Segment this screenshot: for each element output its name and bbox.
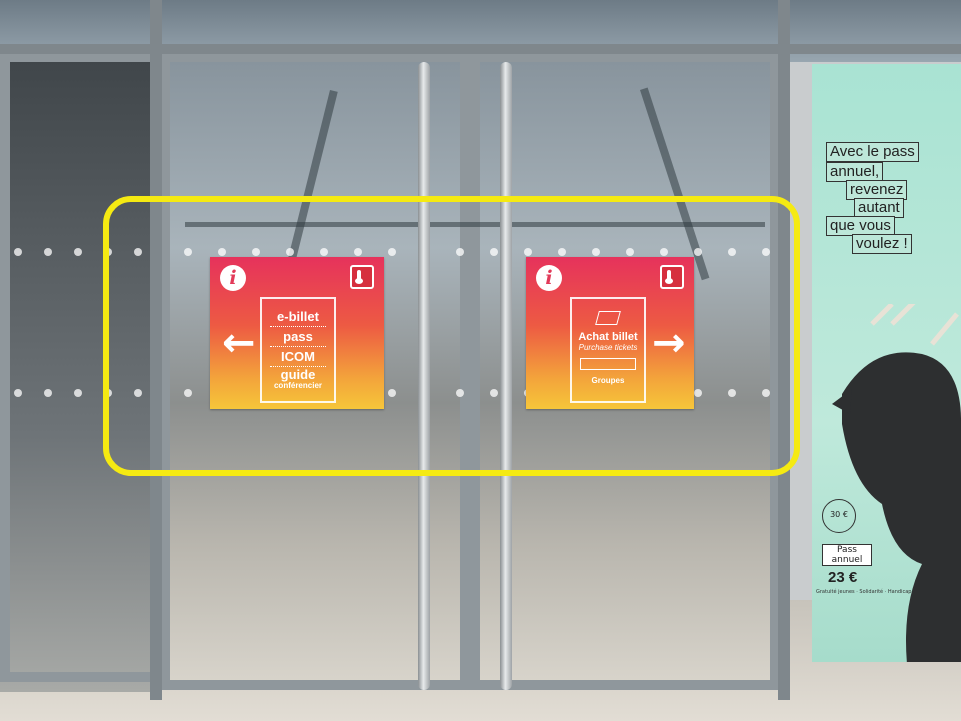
poster-footer: Gratuité jeunes · Solidarité · Handicap (816, 589, 912, 595)
poster-text-line: annuel, (826, 162, 884, 182)
glass-dot (74, 389, 82, 397)
pass-annuel-label: Pass annuel (822, 544, 872, 566)
transom (0, 44, 961, 54)
glass-dot (14, 389, 22, 397)
glass-dot (44, 248, 52, 256)
sculpture-image (832, 304, 961, 662)
poster-text-line: autant (854, 198, 904, 218)
poster-text-line: que vous (826, 216, 895, 236)
glass-dot (14, 248, 22, 256)
pass-price: 23 € (828, 569, 858, 586)
museum-poster: Avec le pass annuel, revenez autant que vous… (812, 64, 961, 662)
glass-dot (74, 248, 82, 256)
poster-text-line: Avec le pass (826, 142, 919, 162)
price-badge: 30 € (822, 499, 856, 533)
highlight-box (103, 196, 800, 476)
poster-text-line: revenez (846, 180, 908, 200)
glass-dot (44, 389, 52, 397)
poster-text-line: voulez ! (852, 234, 912, 254)
